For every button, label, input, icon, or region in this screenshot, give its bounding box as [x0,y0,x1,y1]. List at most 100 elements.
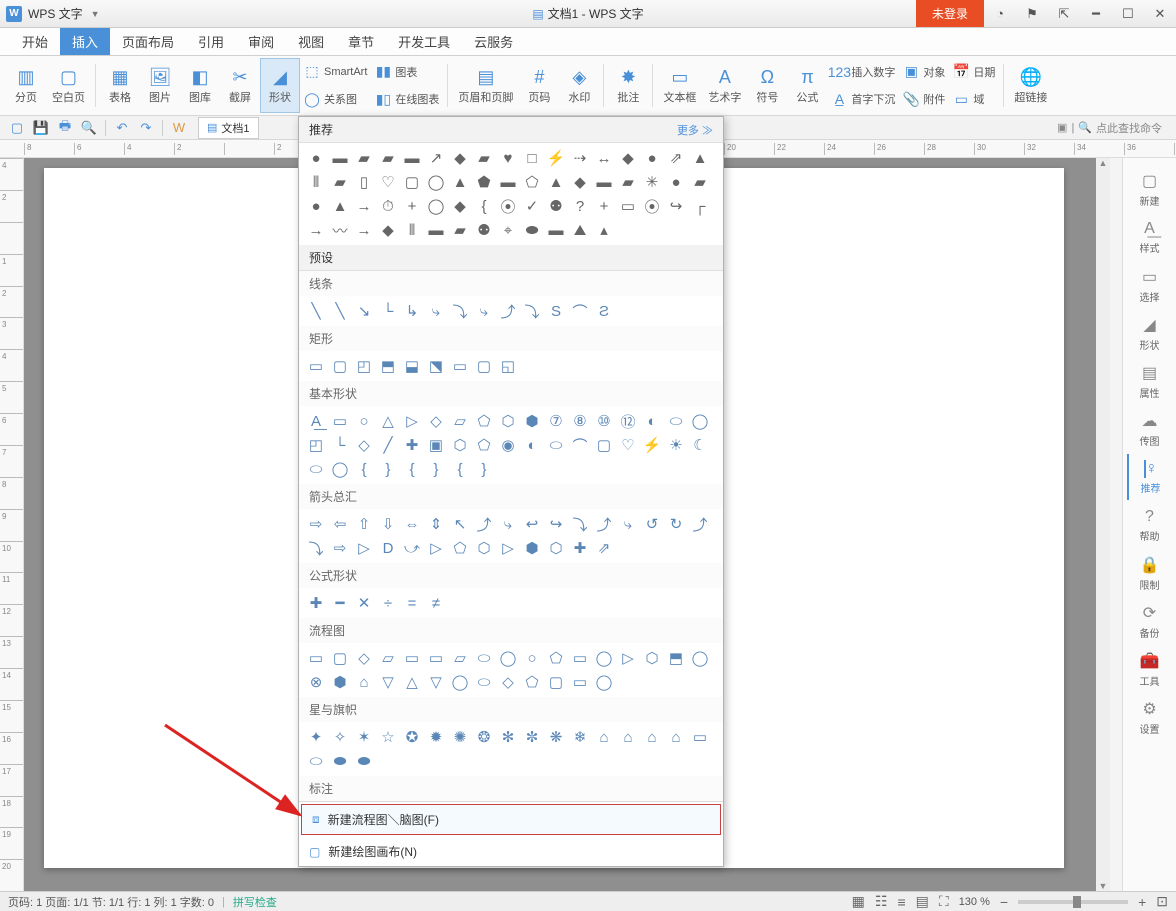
ribbon-attach[interactable]: 📎附件 [899,90,949,108]
shape-item[interactable]: ⬬ [353,750,375,772]
shape-item[interactable]: ⇗ [665,147,687,169]
shape-item[interactable]: ⌂ [593,726,615,748]
shape-item[interactable]: ◯ [329,458,351,480]
shape-item[interactable]: ⚡ [641,434,663,456]
export-icon[interactable]: ⇱ [1048,0,1080,27]
zoom-fit-icon[interactable]: ⊡ [1156,893,1168,910]
document-tab[interactable]: ▤文档1 [198,117,259,139]
view-read-icon[interactable]: ☷ [875,893,888,910]
ribbon-screenshot[interactable]: ✂截屏 [220,58,260,113]
vertical-scrollbar[interactable]: ▲ ▼ [1096,158,1110,891]
shape-item[interactable]: ⬬ [329,750,351,772]
shape-item[interactable]: ▷ [497,537,519,559]
menu-tab-start[interactable]: 开始 [10,28,60,55]
ribbon-comment[interactable]: ✸批注 [608,58,648,113]
shape-item[interactable]: ◆ [377,219,399,241]
app-menu-dropdown[interactable]: ▼ [91,9,100,19]
shape-item[interactable]: ≠ [425,592,447,614]
ribbon-wordart[interactable]: A艺术字 [702,58,747,113]
ribbon-image[interactable]: 🖼图片 [140,58,180,113]
shape-item[interactable]: ✻ [497,726,519,748]
ribbon-chart[interactable]: ▮▮图表 [371,63,443,81]
shape-item[interactable]: ⬠ [473,434,495,456]
shape-item[interactable]: ◆ [449,195,471,217]
shape-item[interactable]: ⑦ [545,410,567,432]
side-props-icon[interactable]: ▤属性 [1127,358,1173,404]
shape-item[interactable]: ⬬ [521,219,543,241]
shape-item[interactable]: ⑫ [617,410,639,432]
shape-item[interactable]: ⌒ [569,300,591,322]
shape-item[interactable]: ▢ [401,171,423,193]
shape-item[interactable]: ▭ [569,671,591,693]
shape-item[interactable]: ❋ [545,726,567,748]
ribbon-relation[interactable]: ◯关系图 [300,90,371,108]
shape-item[interactable]: ◇ [353,434,375,456]
shape-item[interactable]: ✪ [401,726,423,748]
side-shape-icon[interactable]: ◢形状 [1127,310,1173,356]
shape-item[interactable]: ▬ [425,219,447,241]
ribbon-gallery[interactable]: ◧图库 [180,58,220,113]
shape-item[interactable]: ● [641,147,663,169]
shape-item[interactable]: ╲ [329,300,351,322]
shape-item[interactable]: ✼ [521,726,543,748]
shape-item[interactable]: ⤵ [449,300,471,322]
shape-item[interactable]: ↘ [353,300,375,322]
shape-item[interactable]: ⇧ [353,513,375,535]
shape-item[interactable]: ▢ [329,647,351,669]
shape-item[interactable]: ✚ [401,434,423,456]
menu-tab-review[interactable]: 审阅 [236,28,286,55]
shape-item[interactable]: ▲ [545,171,567,193]
shape-item[interactable]: ◱ [497,355,519,377]
shape-item[interactable]: A͟ [305,410,327,432]
shape-item[interactable]: ⤷ [473,300,495,322]
shape-item[interactable]: ⇗ [593,537,615,559]
shape-item[interactable]: ⬡ [641,647,663,669]
shape-item[interactable]: → [353,195,375,217]
shape-item[interactable]: } [425,458,447,480]
shape-item[interactable]: + [593,195,615,217]
shape-item[interactable]: ⤷ [425,300,447,322]
ribbon-pagebreak[interactable]: ▥分页 [6,58,46,113]
side-new-icon[interactable]: ▢新建 [1127,166,1173,212]
view-web-icon[interactable]: ▤ [916,893,929,910]
shape-item[interactable]: ⊗ [305,671,327,693]
shape-item[interactable]: ↪ [545,513,567,535]
shape-item[interactable]: ↻ [665,513,687,535]
shape-item[interactable]: ▰ [689,171,711,193]
shape-item[interactable]: ⬔ [425,355,447,377]
shape-item[interactable]: ⬭ [545,434,567,456]
shape-item[interactable]: △ [377,410,399,432]
shape-item[interactable]: ☀ [665,434,687,456]
shape-item[interactable]: ▭ [401,647,423,669]
shape-item[interactable]: ▬ [329,147,351,169]
shape-item[interactable]: ▲ [329,195,351,217]
shape-item[interactable]: ▷ [401,410,423,432]
shape-item[interactable]: ⬡ [473,537,495,559]
skin-icon[interactable]: ◔ [984,0,1016,27]
shape-item[interactable]: ⬭ [473,671,495,693]
view-outline-icon[interactable]: ≡ [897,894,905,910]
shape-item[interactable]: ⦿ [641,195,663,217]
side-restrict-icon[interactable]: 🔒限制 [1127,550,1173,596]
shape-item[interactable]: ▬ [593,171,615,193]
shape-item[interactable]: ⬠ [473,410,495,432]
shape-item[interactable]: ▱ [377,647,399,669]
maximize-button[interactable]: ☐ [1112,0,1144,27]
shape-item[interactable]: ▷ [353,537,375,559]
shape-item[interactable]: ⤵ [521,300,543,322]
shape-item[interactable]: ? [569,195,591,217]
shape-item[interactable]: ⌖ [497,219,519,241]
ribbon-object[interactable]: ▣对象 [899,63,949,81]
shape-item[interactable]: } [377,458,399,480]
qa-print-icon[interactable]: 🖶 [54,118,76,138]
shape-item[interactable]: ⬭ [473,647,495,669]
shape-item[interactable]: ✳ [641,171,663,193]
side-tools-icon[interactable]: 🧰工具 [1127,646,1173,692]
shape-item[interactable]: ◇ [425,410,447,432]
shape-item[interactable]: ○ [353,410,375,432]
ribbon-onlinechart[interactable]: ▮▯在线图表 [371,90,443,108]
shape-item[interactable]: ⬒ [377,355,399,377]
shape-item[interactable]: ✓ [521,195,543,217]
shape-item[interactable]: ⬭ [305,750,327,772]
shape-item[interactable]: ▱ [449,410,471,432]
